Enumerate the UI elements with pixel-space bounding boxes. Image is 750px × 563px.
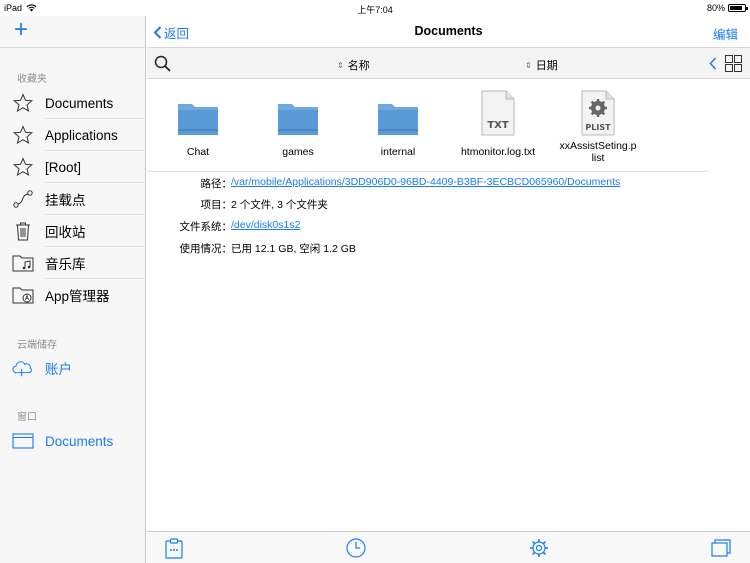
mount-point-icon — [12, 188, 34, 210]
battery-icon — [728, 4, 748, 12]
file-name: Chat — [186, 146, 210, 158]
sort-arrows-icon: ⇕ — [337, 60, 344, 70]
path-label: 路径： — [200, 178, 233, 190]
windows-icon[interactable] — [710, 537, 732, 559]
star-outline-icon — [12, 156, 34, 178]
sidebar-item-label: 音乐库 — [45, 257, 86, 272]
file-item-games[interactable]: games — [248, 86, 348, 158]
app-folder-icon — [12, 284, 34, 306]
sidebar-item-window-documents[interactable]: Documents — [0, 425, 146, 457]
sidebar-item-label: Documents — [45, 95, 114, 111]
settings-gear-icon[interactable] — [528, 537, 550, 559]
sort-toolbar: ⇕ 名称 ⇕ 日期 — [147, 47, 750, 79]
sidebar-item-label: 账户 — [45, 362, 72, 377]
edit-button[interactable]: 编辑 — [713, 24, 738, 43]
sidebar-item-label: Documents — [45, 433, 114, 449]
sort-by-name-button[interactable]: ⇕ 名称 — [337, 57, 370, 73]
sort-name-label: 名称 — [347, 60, 370, 72]
status-bar: iPad 上午7:04 80% — [0, 0, 750, 16]
items-label: 项目： — [200, 199, 233, 211]
clipboard-icon[interactable] — [163, 537, 185, 559]
sidebar-item-root[interactable]: [Root] — [0, 151, 146, 183]
sidebar-item-applications[interactable]: Applications — [0, 119, 146, 151]
file-badge: PLIST — [585, 123, 611, 132]
search-icon[interactable] — [154, 55, 171, 72]
battery-percent: 80% — [706, 3, 725, 13]
filesystem-label: 文件系统： — [179, 221, 233, 233]
sidebar-item-label: 回收站 — [45, 225, 86, 240]
usage-label: 使用情况： — [179, 243, 233, 255]
star-outline-icon — [12, 92, 34, 114]
add-button[interactable]: + — [10, 18, 32, 42]
divider — [147, 171, 709, 172]
filesystem-link[interactable]: /dev/disk0s1s2 — [231, 219, 300, 231]
status-time: 上午7:04 — [357, 5, 393, 15]
cloud-storage-header: 云端储存 — [17, 340, 57, 351]
window-header: 窗口 — [17, 412, 37, 423]
trash-icon — [12, 220, 34, 242]
sidebar-item-label: Applications — [45, 127, 118, 143]
grid-view-icon[interactable] — [725, 55, 742, 72]
sort-date-label: 日期 — [535, 60, 558, 72]
cloud-add-icon — [12, 357, 34, 379]
file-name: htmonitor.log.txt — [460, 146, 536, 158]
music-folder-icon — [12, 252, 34, 274]
window-icon — [12, 430, 34, 452]
divider — [0, 47, 145, 48]
sidebar-item-label: [Root] — [45, 159, 82, 175]
sidebar-item-label: App管理器 — [45, 289, 110, 304]
file-name: internal — [380, 146, 416, 158]
sidebar: + 收藏夹 Documents Applications [Root] 挂载点 … — [0, 16, 146, 563]
path-link[interactable]: /var/mobile/Applications/3DD906D0-96BD-4… — [231, 176, 620, 188]
plist-file-icon: PLIST — [581, 90, 615, 136]
sidebar-item-trash[interactable]: 回收站 — [0, 215, 146, 247]
sidebar-item-label: 挂载点 — [45, 193, 86, 208]
sidebar-item-app-manager[interactable]: App管理器 — [0, 279, 146, 311]
sidebar-item-music-library[interactable]: 音乐库 — [0, 247, 146, 279]
sort-arrows-icon: ⇕ — [525, 60, 532, 70]
page-title: Documents — [414, 24, 483, 38]
folder-icon — [178, 104, 218, 135]
navbar: 返回 Documents 编辑 — [147, 16, 750, 46]
sort-by-date-button[interactable]: ⇕ 日期 — [525, 57, 558, 73]
txt-file-icon: TXT — [481, 90, 515, 136]
file-name: games — [282, 146, 314, 158]
file-item-htmonitor-log[interactable]: TXT htmonitor.log.txt — [448, 86, 548, 158]
bottom-toolbar — [147, 531, 750, 563]
chevron-left-icon[interactable] — [709, 57, 717, 70]
file-badge: TXT — [487, 120, 509, 131]
file-item-chat[interactable]: Chat — [148, 86, 248, 158]
sidebar-item-account[interactable]: 账户 — [0, 352, 146, 384]
file-name: xxAssistSeting.p list — [548, 140, 648, 164]
main-panel: 返回 Documents 编辑 ⇕ 名称 ⇕ 日期 Chat games int… — [147, 16, 750, 563]
usage-value: 已用 12.1 GB, 空闲 1.2 GB — [231, 243, 356, 255]
file-grid: Chat games internal TXT htmonitor.log.tx… — [147, 86, 750, 176]
file-item-xxassistseting-plist[interactable]: PLIST xxAssistSeting.p list — [548, 86, 648, 164]
items-value: 2 个文件, 3 个文件夹 — [231, 199, 328, 211]
file-name-line: list — [591, 152, 605, 164]
star-outline-icon — [12, 124, 34, 146]
sidebar-item-mount-points[interactable]: 挂载点 — [0, 183, 146, 215]
folder-icon — [378, 104, 418, 135]
history-clock-icon[interactable] — [345, 537, 367, 559]
file-name-line: xxAssistSeting.p — [559, 140, 637, 152]
file-item-internal[interactable]: internal — [348, 86, 448, 158]
sidebar-item-documents[interactable]: Documents — [0, 87, 146, 119]
favorites-header: 收藏夹 — [17, 74, 47, 85]
folder-icon — [278, 104, 318, 135]
